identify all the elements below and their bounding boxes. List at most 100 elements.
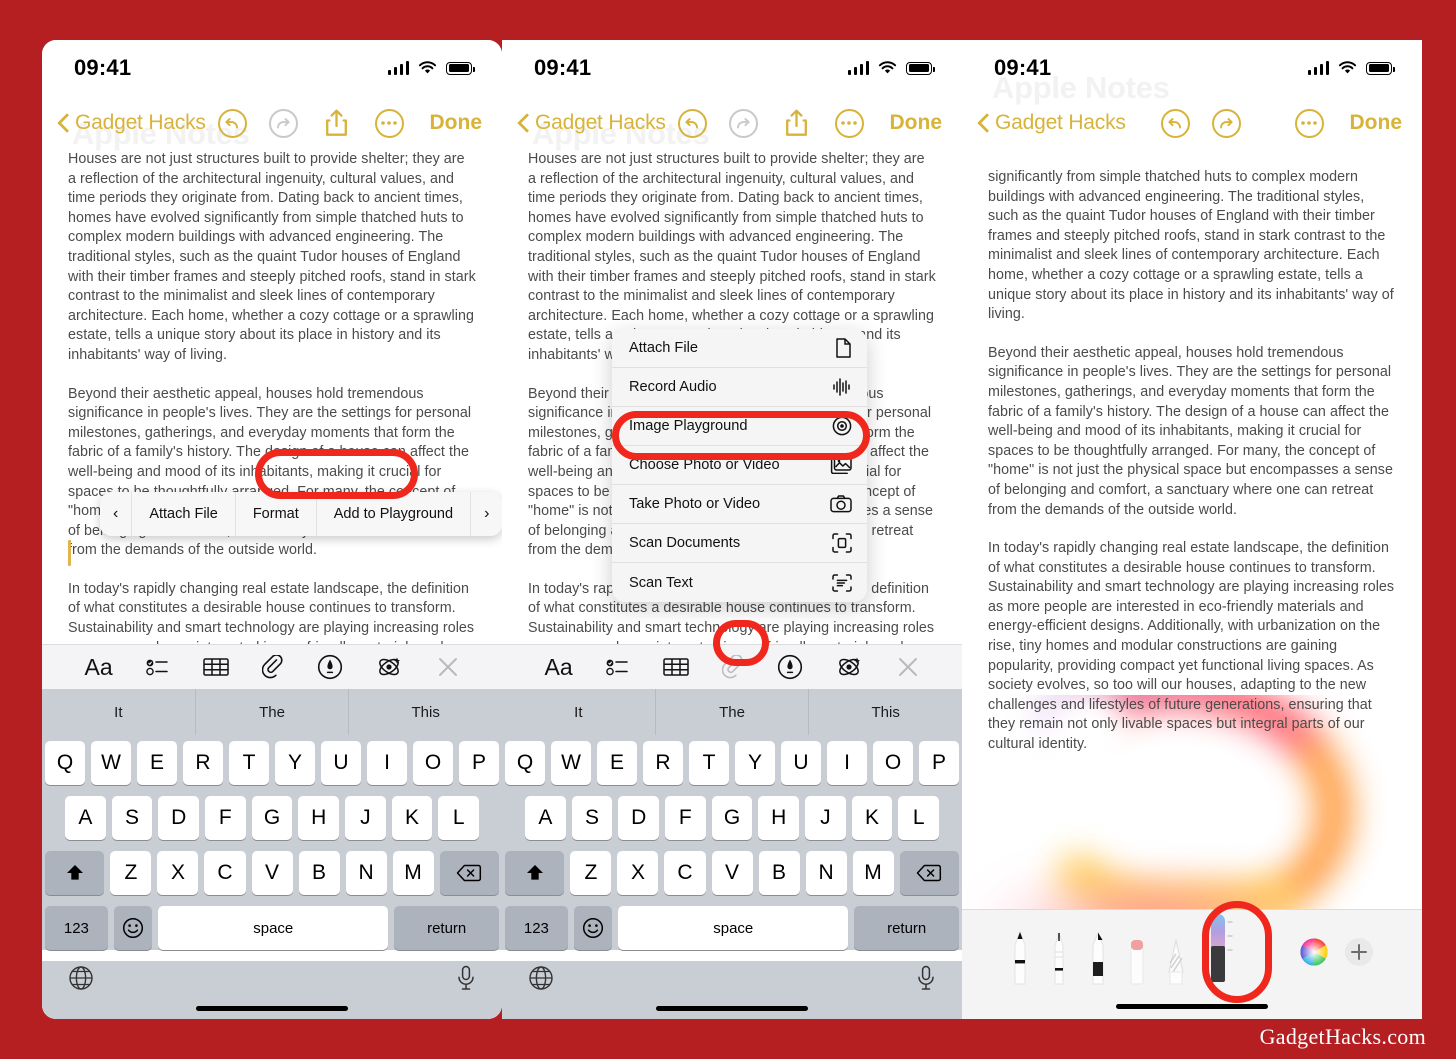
shift-up-icon[interactable] — [44, 851, 105, 895]
key-U[interactable]: U — [781, 741, 821, 785]
done-button[interactable]: Done — [430, 111, 483, 135]
key-V[interactable]: V — [251, 851, 293, 895]
key-S[interactable]: S — [111, 796, 153, 840]
key-A[interactable]: A — [524, 796, 566, 840]
key-V[interactable]: V — [711, 851, 753, 895]
predictive-suggestion[interactable]: It — [42, 689, 196, 735]
predictive-suggestion[interactable]: The — [656, 689, 810, 735]
lasso-tool[interactable] — [1164, 930, 1188, 986]
eraser-tool[interactable] — [1125, 930, 1149, 986]
image-wand-tool[interactable] — [1203, 910, 1233, 986]
predictive-suggestion[interactable]: The — [196, 689, 350, 735]
apple-intelligence-icon[interactable] — [836, 654, 864, 680]
apple-intelligence-icon[interactable] — [376, 654, 404, 680]
key-I[interactable]: I — [827, 741, 867, 785]
key-G[interactable]: G — [711, 796, 753, 840]
undo-icon[interactable] — [217, 108, 247, 138]
predictive-suggestion[interactable]: This — [809, 689, 962, 735]
menu-item-take-photo-or-video[interactable]: Take Photo or Video — [612, 485, 867, 524]
key-L[interactable]: L — [898, 796, 940, 840]
checklist-icon[interactable] — [145, 658, 170, 676]
key-B[interactable]: B — [298, 851, 340, 895]
table-icon[interactable] — [663, 657, 689, 677]
key-W[interactable]: W — [551, 741, 591, 785]
key-T[interactable]: T — [689, 741, 729, 785]
paperclip-icon[interactable] — [722, 655, 744, 679]
edit-menu-item-add-to-playground[interactable]: Add to Playground — [317, 492, 472, 536]
return-key[interactable]: return — [854, 906, 959, 950]
key-K[interactable]: K — [851, 796, 893, 840]
table-icon[interactable] — [203, 657, 229, 677]
plus-icon[interactable] — [1344, 937, 1374, 972]
key-P[interactable]: P — [459, 741, 499, 785]
menu-item-image-playground[interactable]: Image Playground — [612, 407, 867, 446]
numbers-key[interactable]: 123 — [505, 906, 568, 950]
key-U[interactable]: U — [321, 741, 361, 785]
key-I[interactable]: I — [367, 741, 407, 785]
key-Y[interactable]: Y — [275, 741, 315, 785]
key-Q[interactable]: Q — [45, 741, 85, 785]
key-L[interactable]: L — [438, 796, 480, 840]
edit-menu-item-format[interactable]: Format — [236, 492, 317, 536]
markup-pen-icon[interactable] — [777, 654, 803, 680]
key-W[interactable]: W — [91, 741, 131, 785]
edit-menu-item-attach-file[interactable]: Attach File — [132, 492, 236, 536]
microphone-icon[interactable] — [456, 965, 476, 996]
menu-item-attach-file[interactable]: Attach File — [612, 329, 867, 368]
emoji-smiley-icon[interactable] — [573, 906, 613, 950]
back-button[interactable]: Gadget Hacks — [978, 111, 1126, 135]
key-N[interactable]: N — [345, 851, 387, 895]
key-C[interactable]: C — [664, 851, 706, 895]
shift-up-icon[interactable] — [504, 851, 565, 895]
undo-icon[interactable] — [677, 108, 707, 138]
menu-item-scan-documents[interactable]: Scan Documents — [612, 524, 867, 563]
key-S[interactable]: S — [571, 796, 613, 840]
key-G[interactable]: G — [251, 796, 293, 840]
key-H[interactable]: H — [758, 796, 800, 840]
close-icon[interactable] — [897, 656, 919, 678]
space-key[interactable]: space — [618, 906, 849, 950]
key-M[interactable]: M — [392, 851, 434, 895]
done-button[interactable]: Done — [890, 111, 943, 135]
undo-icon[interactable] — [1160, 108, 1190, 138]
back-button[interactable]: Gadget Hacks — [518, 111, 666, 135]
key-T[interactable]: T — [229, 741, 269, 785]
key-H[interactable]: H — [298, 796, 340, 840]
pencil-tool[interactable] — [1047, 930, 1071, 986]
share-icon[interactable] — [784, 108, 809, 138]
close-icon[interactable] — [437, 656, 459, 678]
menu-item-choose-photo-or-video[interactable]: Choose Photo or Video — [612, 446, 867, 485]
attachment-menu[interactable]: Attach File Record Audio Image Playgroun… — [612, 329, 867, 602]
numbers-key[interactable]: 123 — [45, 906, 108, 950]
back-button[interactable]: Gadget Hacks — [58, 111, 206, 135]
key-E[interactable]: E — [137, 741, 177, 785]
key-Z[interactable]: Z — [570, 851, 612, 895]
globe-icon[interactable] — [528, 965, 554, 996]
done-button[interactable]: Done — [1350, 111, 1403, 135]
key-C[interactable]: C — [204, 851, 246, 895]
return-key[interactable]: return — [394, 906, 499, 950]
key-F[interactable]: F — [205, 796, 246, 840]
key-R[interactable]: R — [643, 741, 683, 785]
key-F[interactable]: F — [665, 796, 706, 840]
key-N[interactable]: N — [805, 851, 847, 895]
key-B[interactable]: B — [758, 851, 800, 895]
predictive-suggestion[interactable]: It — [502, 689, 656, 735]
checklist-icon[interactable] — [605, 658, 630, 676]
key-O[interactable]: O — [873, 741, 913, 785]
redo-icon[interactable] — [268, 108, 298, 138]
menu-item-scan-text[interactable]: Scan Text — [612, 563, 867, 602]
edit-menu-prev-button[interactable]: ‹ — [100, 492, 133, 536]
key-M[interactable]: M — [852, 851, 894, 895]
ellipsis-icon[interactable] — [834, 108, 864, 138]
pen-tool[interactable] — [1008, 930, 1032, 986]
key-X[interactable]: X — [617, 851, 659, 895]
predictive-suggestion[interactable]: This — [349, 689, 502, 735]
key-Z[interactable]: Z — [110, 851, 152, 895]
key-D[interactable]: D — [158, 796, 199, 840]
key-P[interactable]: P — [919, 741, 959, 785]
share-icon[interactable] — [324, 108, 349, 138]
paperclip-icon[interactable] — [262, 655, 284, 679]
ellipsis-icon[interactable] — [1294, 108, 1324, 138]
key-E[interactable]: E — [597, 741, 637, 785]
